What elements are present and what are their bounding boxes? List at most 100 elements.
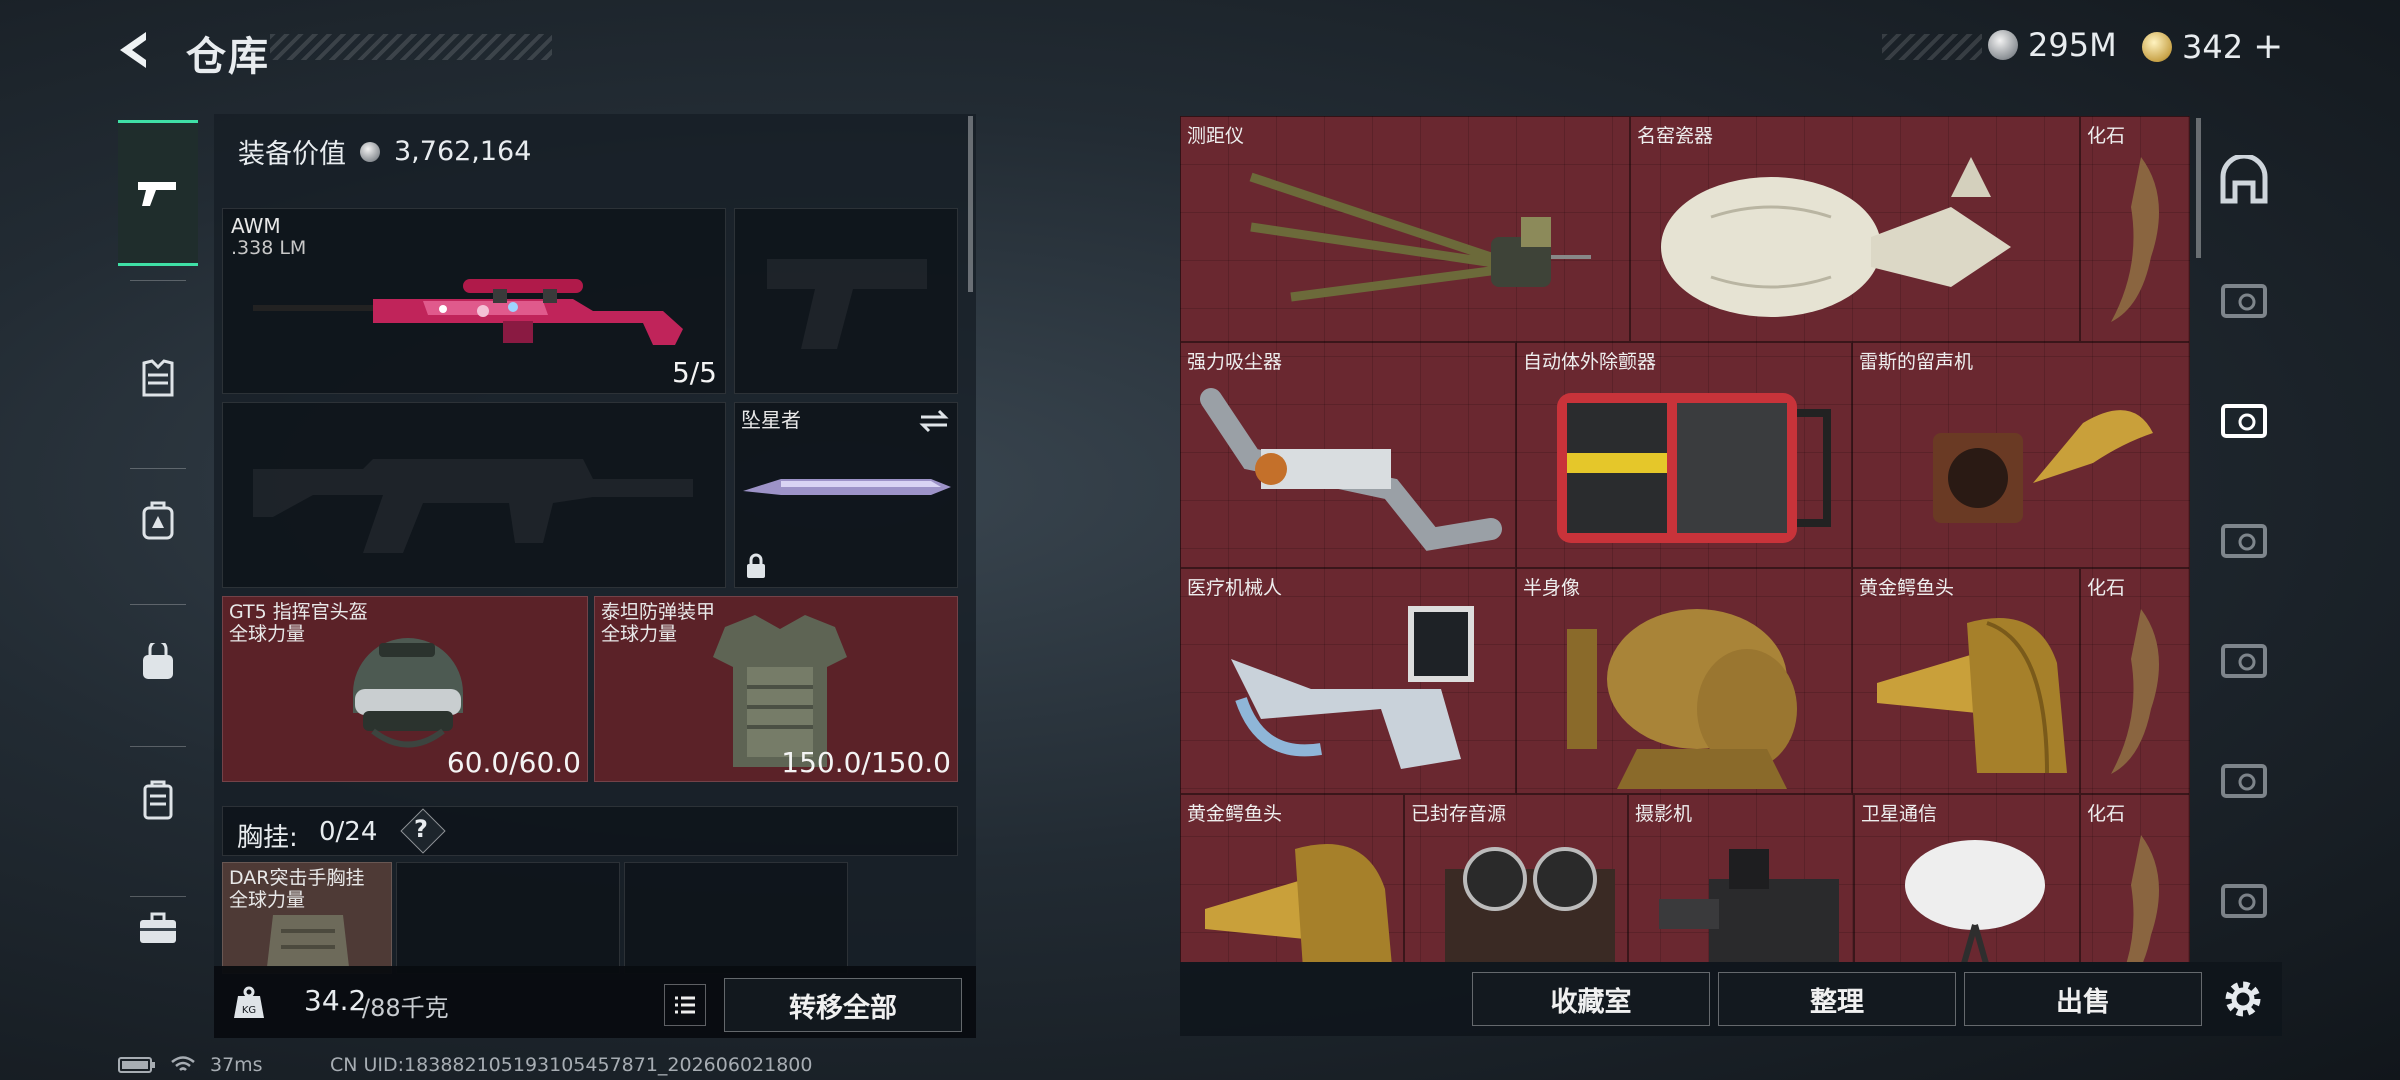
armor-name: 泰坦防弹装甲 bbox=[601, 601, 716, 623]
tab-storage-4[interactable] bbox=[2212, 628, 2276, 692]
chest-rig-slots: 0/24 bbox=[319, 817, 378, 847]
status-bar: 37ms bbox=[118, 1054, 263, 1076]
sort-button[interactable]: 整理 bbox=[1718, 972, 1956, 1026]
storage-item[interactable]: 卫星通信 bbox=[1854, 794, 2080, 962]
reel-tape-recorder-image bbox=[1445, 847, 1615, 962]
chest-rig-slot[interactable]: DAR突击手胸挂 全球力量 bbox=[222, 862, 392, 974]
storage-item[interactable]: 已封存音源 bbox=[1404, 794, 1628, 962]
porcelain-vase-image bbox=[1661, 157, 2011, 317]
currency-decoration bbox=[1882, 34, 1982, 60]
camera-image bbox=[1659, 849, 1839, 962]
rangefinder-image bbox=[1249, 172, 1591, 302]
medical-robot-image bbox=[1231, 606, 1474, 769]
armor-slot[interactable]: 泰坦防弹装甲 全球力量 150.0/150.0 bbox=[594, 596, 958, 782]
scrollbar[interactable] bbox=[968, 116, 973, 292]
storage-item[interactable]: 摄影机 bbox=[1628, 794, 1854, 962]
action-bar: 收藏室 整理 出售 bbox=[1180, 962, 2282, 1036]
helmet-durability: 60.0/60.0 bbox=[446, 746, 581, 779]
weight-icon: KG bbox=[234, 986, 264, 1018]
chest-rig-label: 胸挂: bbox=[237, 823, 298, 853]
ping-value: 37ms bbox=[210, 1054, 263, 1076]
tab-all-storage[interactable] bbox=[2212, 148, 2276, 212]
golden-crocodile-head-image bbox=[1877, 618, 2067, 774]
fossil-claw-image bbox=[2111, 157, 2159, 322]
case-icon bbox=[143, 780, 173, 820]
satellite-dish-image bbox=[1905, 840, 2045, 962]
weapon-ammo: .338 LM bbox=[231, 237, 307, 259]
helmet-slot[interactable]: GT5 指挥官头盔 全球力量 60.0/60.0 bbox=[222, 596, 588, 782]
tab-weapons[interactable] bbox=[118, 120, 198, 266]
tab-container[interactable] bbox=[118, 730, 198, 870]
sniper-rifle-image bbox=[253, 279, 683, 345]
storage-item[interactable]: 化石 bbox=[2080, 116, 2190, 342]
equipment-value-row: 装备价值 3,762,164 bbox=[238, 132, 531, 171]
rig-pocket-1[interactable] bbox=[396, 862, 620, 974]
storage-case-icon bbox=[2221, 284, 2267, 318]
tab-storage-3[interactable] bbox=[2212, 508, 2276, 572]
settings-gear-icon[interactable] bbox=[2220, 976, 2266, 1022]
storage-case-icon bbox=[2221, 884, 2267, 918]
storage-item[interactable]: 测距仪 bbox=[1180, 116, 1630, 342]
melee-slot[interactable]: 坠星者 bbox=[734, 402, 958, 588]
equipment-panel: 装备价值 3,762,164 AWM .338 LM 5/5 坠星者 GT5 指… bbox=[214, 114, 976, 1038]
tab-armor[interactable] bbox=[118, 308, 198, 448]
equipment-value: 3,762,164 bbox=[394, 136, 532, 167]
rig-pocket-2[interactable] bbox=[624, 862, 848, 974]
bust-image bbox=[1567, 609, 1797, 789]
sell-button[interactable]: 出售 bbox=[1964, 972, 2202, 1026]
vacuum-cleaner-image bbox=[1200, 388, 1502, 551]
secondary-weapon-slot[interactable] bbox=[222, 402, 726, 588]
gramophone-image bbox=[1933, 410, 2153, 523]
silver-currency: 295M bbox=[1988, 26, 2117, 64]
swap-icon[interactable] bbox=[919, 409, 949, 433]
primary-weapon-slot[interactable]: AWM .338 LM 5/5 bbox=[222, 208, 726, 394]
storage-item[interactable]: 名窑瓷器 bbox=[1630, 116, 2080, 342]
gold-amount: 342 bbox=[2182, 27, 2244, 66]
melee-name: 坠星者 bbox=[741, 408, 801, 432]
category-tabs bbox=[118, 112, 198, 1004]
back-button[interactable] bbox=[112, 26, 160, 74]
storage-item[interactable]: 医疗机械人 bbox=[1180, 568, 1516, 794]
uid-text: CN UID:183882105193105457871_20260602180… bbox=[330, 1054, 813, 1076]
bag-icon bbox=[143, 643, 173, 679]
ammo-count: 5/5 bbox=[671, 356, 717, 389]
storage-item[interactable]: 黄金鳄鱼头 bbox=[1852, 568, 2080, 794]
collection-room-button[interactable]: 收藏室 bbox=[1472, 972, 1710, 1026]
storage-item[interactable]: 化石 bbox=[2080, 794, 2190, 962]
storage-item[interactable]: 化石 bbox=[2080, 568, 2190, 794]
list-view-button[interactable] bbox=[664, 984, 706, 1026]
toolbox-icon bbox=[140, 912, 176, 943]
title-decoration bbox=[270, 34, 552, 60]
transfer-all-button[interactable]: 转移全部 bbox=[724, 978, 962, 1032]
tab-storage-5[interactable] bbox=[2212, 748, 2276, 812]
equipment-value-label: 装备价值 bbox=[238, 139, 346, 170]
storage-case-icon bbox=[2221, 404, 2267, 438]
storage-item[interactable]: 自动体外除颤器 bbox=[1516, 342, 1852, 568]
pistol-icon bbox=[138, 182, 176, 206]
vest-icon bbox=[142, 359, 174, 397]
tab-storage-1[interactable] bbox=[2212, 268, 2276, 332]
tab-backpack[interactable] bbox=[118, 450, 198, 590]
warehouse-icon bbox=[2220, 155, 2268, 204]
tab-toolbox[interactable] bbox=[118, 858, 198, 998]
pistol-slot[interactable] bbox=[734, 208, 958, 394]
rifle-silhouette-icon bbox=[253, 459, 693, 553]
storage-item[interactable]: 雷斯的留声机 bbox=[1852, 342, 2190, 568]
wifi-icon bbox=[171, 1056, 195, 1071]
page-title: 仓库 bbox=[186, 34, 270, 80]
weight-max: /88千克 bbox=[362, 994, 449, 1022]
helmet-maker: 全球力量 bbox=[229, 623, 306, 645]
help-button[interactable]: ? bbox=[414, 815, 428, 843]
storage-item[interactable]: 半身像 bbox=[1516, 568, 1852, 794]
tab-storage-6[interactable] bbox=[2212, 868, 2276, 932]
tab-bag[interactable] bbox=[118, 592, 198, 732]
golden-crocodile-head-image bbox=[1205, 844, 1392, 962]
storage-item[interactable]: 黄金鳄鱼头 bbox=[1180, 794, 1404, 962]
knife-image bbox=[743, 479, 951, 495]
tab-storage-2[interactable] bbox=[2212, 388, 2276, 452]
storage-item[interactable]: 强力吸尘器 bbox=[1180, 342, 1516, 568]
fossil-claw-image bbox=[2126, 835, 2159, 962]
gold-currency[interactable]: 342 + bbox=[2142, 26, 2283, 67]
storage-case-icon bbox=[2221, 644, 2267, 678]
add-gold-button[interactable]: + bbox=[2253, 26, 2283, 67]
